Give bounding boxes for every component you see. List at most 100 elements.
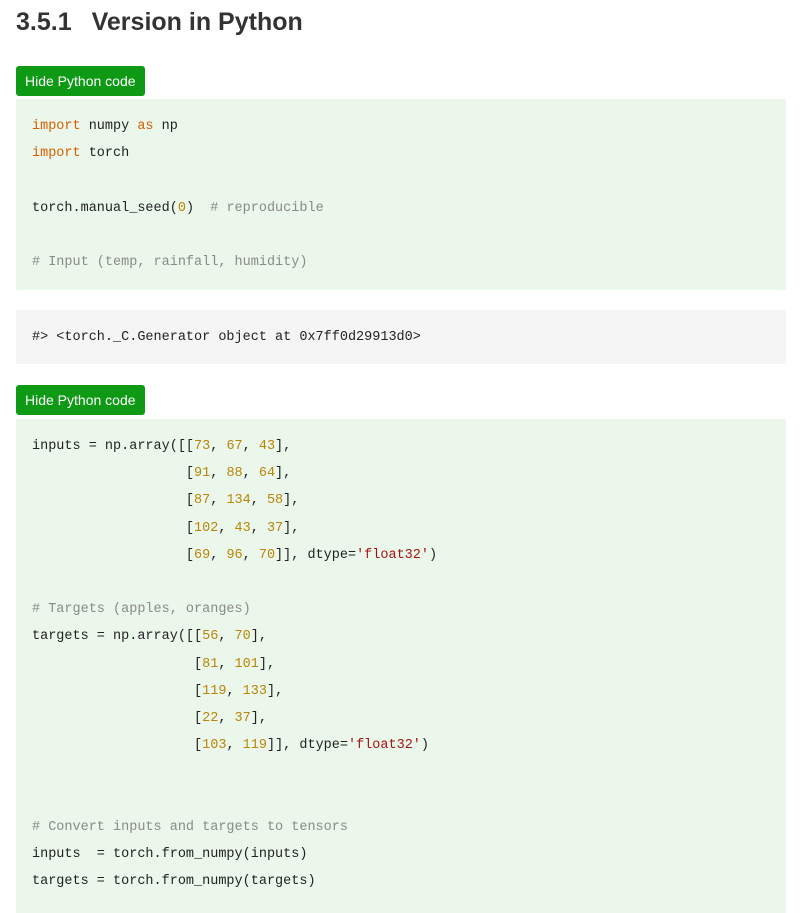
code-token: torch — [80, 146, 130, 162]
code-token: , — [218, 656, 235, 672]
code-line: [69, 96, 70]], dtype='float32') — [32, 542, 770, 569]
code-token: ], — [283, 493, 300, 509]
code-token: torch.manual_seed( — [32, 200, 178, 216]
hide-python-code-button[interactable]: Hide Python code — [16, 66, 145, 96]
code-token: [ — [32, 547, 195, 563]
number-token: 81 — [202, 656, 219, 672]
code-line: [91, 88, 64], — [32, 460, 770, 487]
code-token: [ — [32, 683, 203, 699]
code-token: [ — [32, 738, 203, 754]
code-line: # Targets (apples, oranges) — [32, 596, 770, 623]
python-code-block: inputs = np.array([[73, 67, 43], [91, 88… — [16, 419, 786, 913]
number-token: 96 — [226, 547, 243, 563]
code-token: targets = torch.from_numpy(targets) — [32, 874, 316, 889]
code-line: [87, 134, 58], — [32, 487, 770, 514]
output-line: #> <torch._C.Generator object at 0x7ff0d… — [32, 330, 421, 345]
hide-python-code-button[interactable]: Hide Python code — [16, 385, 145, 415]
code-line: import numpy as np — [32, 113, 770, 140]
code-line: [81, 101], — [32, 651, 770, 678]
code-token: ) — [420, 738, 430, 754]
code-line: [22, 37], — [32, 705, 770, 732]
code-line: targets = np.array([[56, 70], — [32, 623, 770, 650]
code-token: [ — [32, 466, 195, 482]
code-output-block: #> <torch._C.Generator object at 0x7ff0d… — [16, 310, 786, 364]
code-line: torch.manual_seed(0) # reproducible — [32, 195, 770, 222]
code-line: [119, 133], — [32, 678, 770, 705]
number-token: 133 — [242, 683, 267, 699]
code-line: [102, 43, 37], — [32, 515, 770, 542]
number-token: 88 — [226, 466, 243, 482]
number-token: 70 — [258, 547, 276, 563]
keyword-token: import — [32, 119, 81, 134]
string-token: 'float32' — [347, 738, 421, 754]
number-token: 43 — [234, 520, 251, 536]
code-token: inputs = torch.from_numpy(inputs) — [32, 846, 308, 862]
code-token: , — [250, 493, 267, 509]
code-token: , — [242, 466, 259, 482]
number-token: 43 — [258, 439, 276, 454]
number-token: 67 — [226, 439, 243, 454]
code-token: , — [218, 629, 235, 645]
code-token: ], — [275, 439, 292, 454]
number-token: 37 — [266, 520, 284, 536]
section-number: 3.5.1 — [16, 8, 72, 36]
keyword-token: import — [32, 146, 81, 162]
code-token: , — [226, 683, 243, 699]
number-token: 0 — [177, 200, 186, 216]
code-token: [ — [32, 520, 195, 536]
number-token: 87 — [194, 493, 211, 509]
section-title: Version in Python — [91, 8, 303, 36]
number-token: 22 — [202, 710, 219, 726]
code-token: inputs = np.array([[ — [32, 439, 195, 454]
code-token: , — [210, 547, 227, 563]
code-token: ) — [428, 547, 438, 563]
code-token: ]], dtype= — [266, 738, 348, 754]
number-token: 103 — [202, 738, 227, 754]
code-token: , — [226, 738, 243, 754]
code-token: [ — [32, 710, 203, 726]
code-token: ], — [275, 466, 292, 482]
code-token: numpy — [80, 119, 138, 134]
code-token: , — [250, 520, 267, 536]
number-token: 69 — [194, 547, 211, 563]
code-token: , — [242, 439, 259, 454]
code-token: , — [218, 520, 235, 536]
code-token: [ — [32, 493, 195, 509]
code-token: ], — [250, 710, 267, 726]
number-token: 91 — [194, 466, 211, 482]
string-token: 'float32' — [356, 547, 429, 563]
code-token: np — [153, 119, 178, 134]
code-token: , — [210, 439, 227, 454]
number-token: 37 — [234, 710, 251, 726]
code-token: , — [210, 493, 227, 509]
comment-token: # reproducible — [210, 200, 324, 216]
number-token: 102 — [194, 520, 219, 536]
code-line: # Input (temp, rainfall, humidity) — [32, 249, 770, 276]
code-line: [103, 119]], dtype='float32') — [32, 732, 770, 759]
number-token: 73 — [194, 439, 211, 454]
code-token: ], — [266, 683, 284, 699]
code-line: inputs = torch.from_numpy(inputs) — [32, 841, 770, 868]
code-token: ) — [185, 200, 211, 216]
number-token: 58 — [266, 493, 284, 509]
code-line: # Convert inputs and targets to tensors — [32, 814, 770, 841]
code-token: [ — [32, 656, 203, 672]
code-token: ]], dtype= — [275, 547, 357, 563]
number-token: 134 — [226, 493, 251, 509]
keyword-token: as — [137, 119, 154, 134]
code-token: targets = np.array([[ — [32, 629, 203, 645]
code-token: ], — [250, 629, 267, 645]
comment-token: # Convert inputs and targets to tensors — [32, 819, 348, 835]
number-token: 119 — [242, 738, 267, 754]
code-token: , — [218, 710, 235, 726]
number-token: 70 — [234, 629, 251, 645]
section-heading: 3.5.1 Version in Python — [16, 8, 303, 37]
code-line: inputs = np.array([[73, 67, 43], — [32, 433, 770, 460]
number-token: 56 — [202, 629, 219, 645]
code-line: import torch — [32, 140, 770, 167]
code-token: , — [242, 547, 259, 563]
number-token: 101 — [234, 656, 259, 672]
